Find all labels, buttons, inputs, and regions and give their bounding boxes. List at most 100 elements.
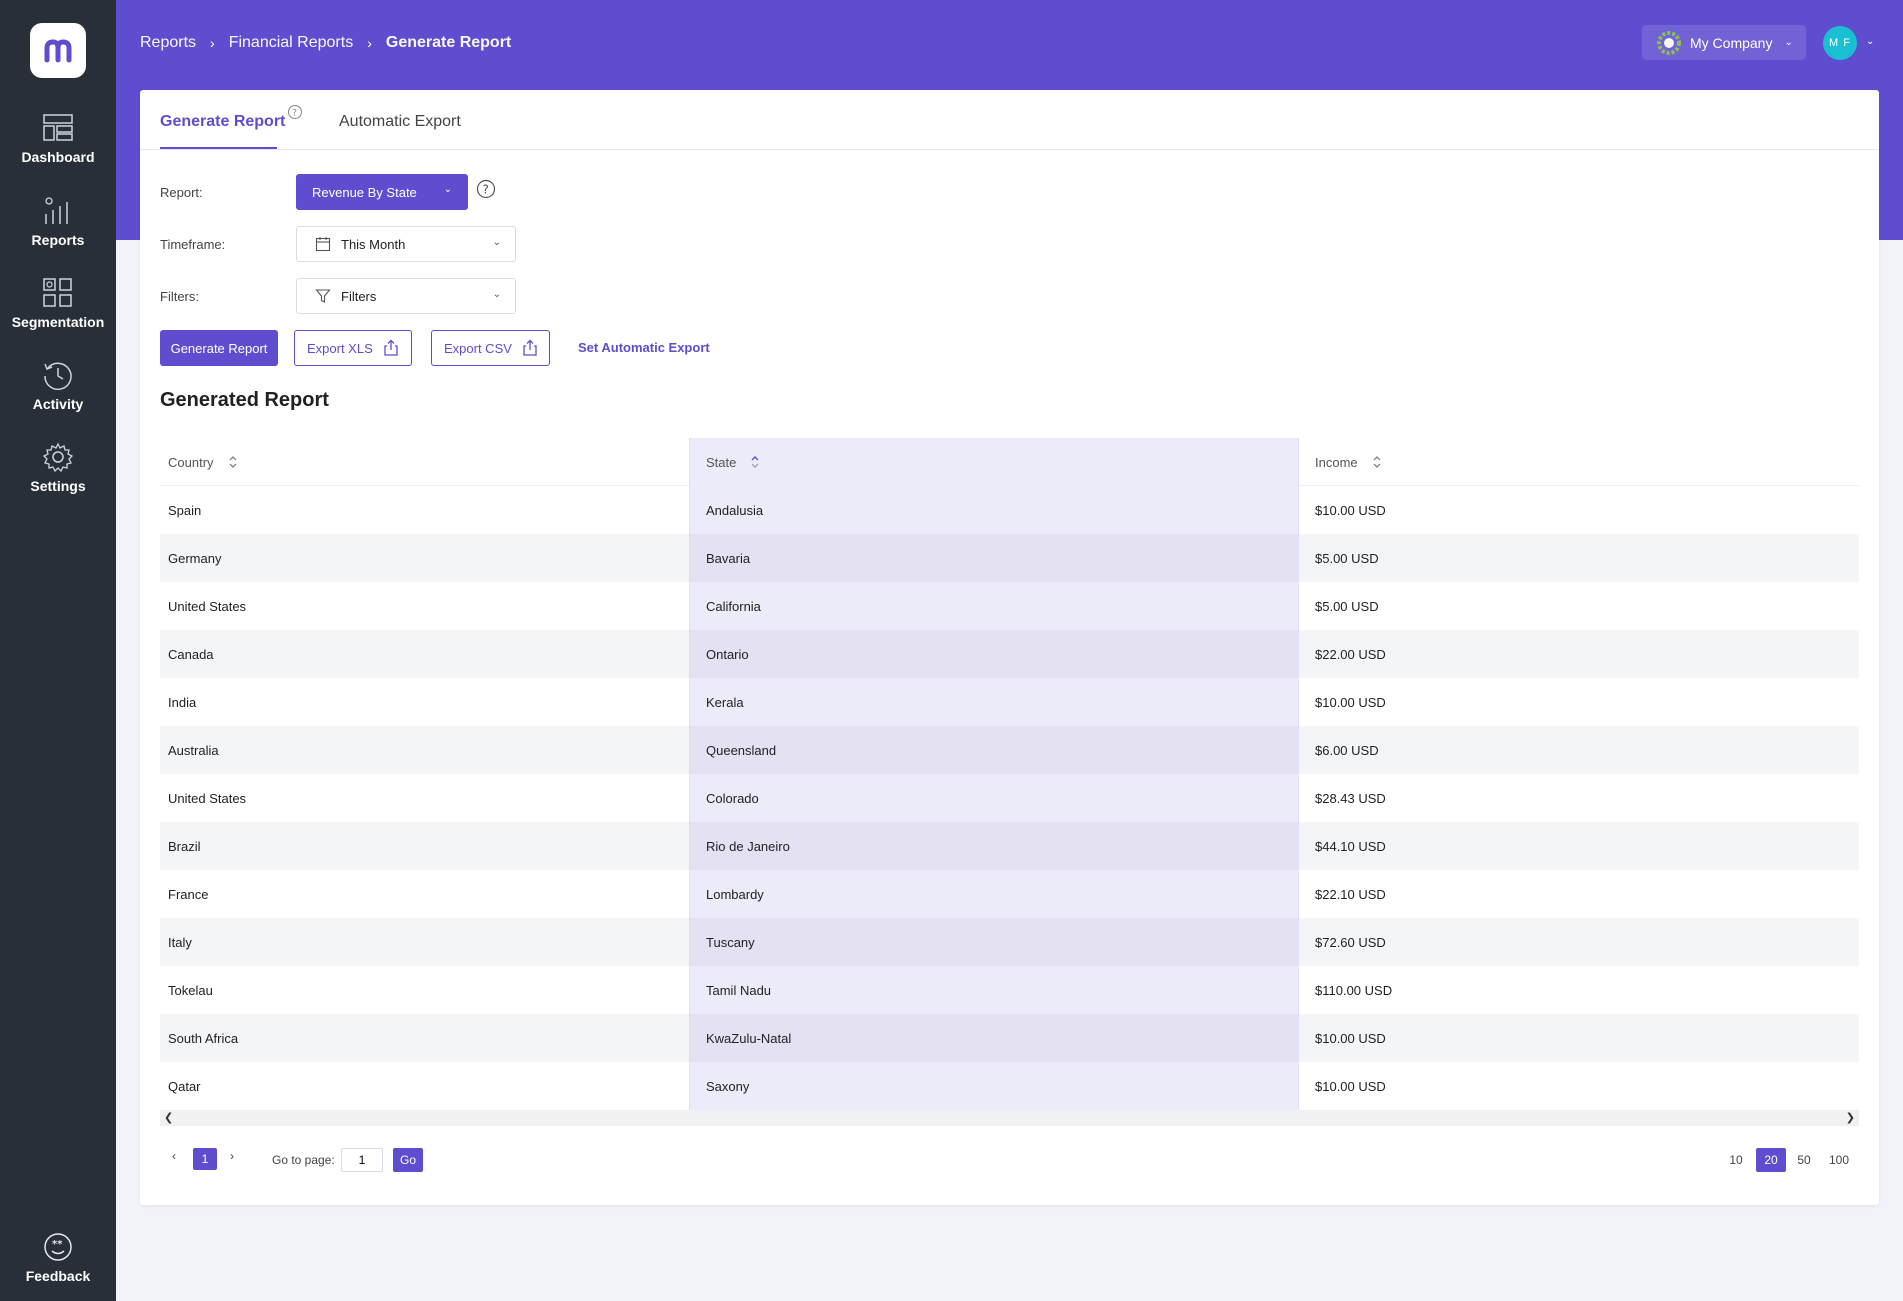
income-cell: $110.00 USD [1315, 982, 1393, 998]
column-header-state[interactable]: State [689, 438, 1299, 486]
feedback-face-icon: ** [44, 1233, 72, 1261]
bar-chart-icon [45, 197, 68, 224]
state-cell: Tuscany [689, 918, 1299, 966]
feedback-label: Feedback [25, 1268, 91, 1284]
state-cell: California [689, 582, 1299, 630]
page-number-current[interactable]: 1 [193, 1148, 217, 1170]
page-size-100[interactable]: 100 [1824, 1148, 1854, 1172]
help-icon[interactable]: ? [476, 179, 496, 199]
sidebar-item-segmentation[interactable]: Segmentation [0, 278, 116, 330]
scroll-right-icon[interactable]: ❯ [1846, 1111, 1855, 1124]
sort-icon [229, 456, 236, 468]
export-csv-button[interactable]: Export CSV [431, 330, 550, 366]
report-card: Generate Report ? Automatic Export Repor… [140, 90, 1879, 1205]
sidebar-item-settings[interactable]: Settings [0, 442, 116, 494]
table-row: Australia Queensland $6.00 USD [160, 726, 1859, 774]
page-size-20[interactable]: 20 [1756, 1148, 1786, 1172]
breadcrumb: Reports › Financial Reports › Generate R… [140, 34, 511, 52]
filters-value: Filters [341, 288, 377, 304]
report-type-value: Revenue By State [312, 184, 417, 200]
report-type-select[interactable]: Revenue By State ⌄ [296, 174, 468, 210]
sidebar: Dashboard Reports Segmentation Activity [0, 0, 116, 1301]
table-row: Italy Tuscany $72.60 USD [160, 918, 1859, 966]
country-cell: South Africa [168, 1030, 239, 1046]
breadcrumb-financial-reports[interactable]: Financial Reports [229, 34, 354, 52]
country-cell: United States [168, 598, 247, 614]
export-xls-label: Export XLS [307, 340, 373, 356]
breadcrumb-generate-report: Generate Report [385, 34, 512, 51]
chevron-down-icon: ⌄ [492, 289, 501, 300]
svg-text:?: ? [292, 109, 297, 119]
table-row: Brazil Rio de Janeiro $44.10 USD [160, 822, 1859, 870]
horizontal-scrollbar[interactable]: ❮ ❯ [160, 1110, 1859, 1126]
breadcrumb-reports[interactable]: Reports [140, 34, 196, 52]
go-button[interactable]: Go [393, 1148, 423, 1172]
company-switcher[interactable]: My Company ⌄ [1642, 25, 1806, 60]
sidebar-item-dashboard[interactable]: Dashboard [0, 113, 116, 165]
table-row: Qatar Saxony $10.00 USD [160, 1062, 1859, 1110]
chevron-down-icon[interactable]: ⌄ [1866, 36, 1874, 47]
generate-report-button[interactable]: Generate Report [160, 330, 278, 366]
grid-icon [43, 278, 72, 307]
state-cell: Rio de Janeiro [689, 822, 1299, 870]
svg-text:**: ** [52, 1239, 63, 1250]
income-cell: $22.00 USD [1315, 646, 1386, 662]
income-cell: $44.10 USD [1315, 838, 1386, 854]
goto-page-input[interactable] [341, 1148, 383, 1172]
avatar[interactable]: M F [1823, 26, 1857, 60]
chevron-down-icon: ⌄ [443, 184, 452, 195]
income-cell: $10.00 USD [1315, 502, 1386, 518]
section-title: Generated Report [160, 389, 329, 411]
timeframe-select[interactable]: This Month ⌄ [296, 226, 516, 262]
previous-page-icon[interactable]: ‹ [172, 1149, 176, 1163]
income-cell: $10.00 USD [1315, 1078, 1386, 1094]
chevron-down-icon: ⌄ [1784, 37, 1793, 48]
filter-icon [315, 289, 331, 303]
country-cell: Canada [168, 646, 214, 662]
income-cell: $10.00 USD [1315, 694, 1386, 710]
country-cell: India [168, 694, 197, 710]
chevron-right-icon: › [210, 35, 215, 51]
sidebar-item-activity[interactable]: Activity [0, 360, 116, 412]
income-cell: $28.43 USD [1315, 790, 1386, 806]
state-cell: Lombardy [689, 870, 1299, 918]
page-size-50[interactable]: 50 [1792, 1148, 1816, 1172]
column-header-country[interactable]: Country [160, 438, 689, 486]
country-cell: Australia [168, 742, 219, 758]
upload-icon [384, 339, 398, 356]
state-cell: Kerala [689, 678, 1299, 726]
sidebar-item-feedback[interactable]: ** Feedback [0, 1232, 116, 1284]
income-cell: $10.00 USD [1315, 1030, 1386, 1046]
state-cell: KwaZulu-Natal [689, 1014, 1299, 1062]
state-cell: Andalusia [689, 486, 1299, 534]
sort-icon [751, 456, 759, 468]
column-header-income[interactable]: Income [1299, 438, 1859, 486]
country-cell: Germany [168, 550, 222, 566]
filters-select[interactable]: Filters ⌄ [296, 278, 516, 314]
tab-generate-report[interactable]: Generate Report [160, 113, 285, 131]
dashboard-icon [43, 114, 73, 141]
chevron-down-icon: ⌄ [492, 237, 501, 248]
next-page-icon[interactable]: › [230, 1149, 234, 1163]
set-automatic-export-link[interactable]: Set Automatic Export [578, 340, 710, 355]
svg-text:?: ? [483, 183, 489, 197]
goto-page-label: Go to page: [272, 1153, 335, 1167]
chevron-right-icon: › [367, 35, 372, 51]
logo-m-icon [44, 38, 72, 62]
table-row: Germany Bavaria $5.00 USD [160, 534, 1859, 582]
help-icon[interactable]: ? [287, 104, 303, 120]
tab-automatic-export[interactable]: Automatic Export [339, 113, 461, 131]
country-cell: Spain [168, 502, 202, 518]
company-logo-icon [1657, 30, 1681, 55]
export-xls-button[interactable]: Export XLS [294, 330, 412, 366]
page-size-10[interactable]: 10 [1724, 1148, 1748, 1172]
state-cell: Bavaria [689, 534, 1299, 582]
app-logo[interactable] [30, 23, 86, 78]
sidebar-item-reports[interactable]: Reports [0, 196, 116, 248]
report-table: Country State Income Spain Andalusia $10… [160, 438, 1859, 1110]
state-cell: Tamil Nadu [689, 966, 1299, 1014]
column-header-label: Income [1315, 454, 1358, 470]
table-row: United States Colorado $28.43 USD [160, 774, 1859, 822]
scroll-left-icon[interactable]: ❮ [164, 1111, 173, 1124]
filters-label: Filters: [160, 289, 199, 304]
